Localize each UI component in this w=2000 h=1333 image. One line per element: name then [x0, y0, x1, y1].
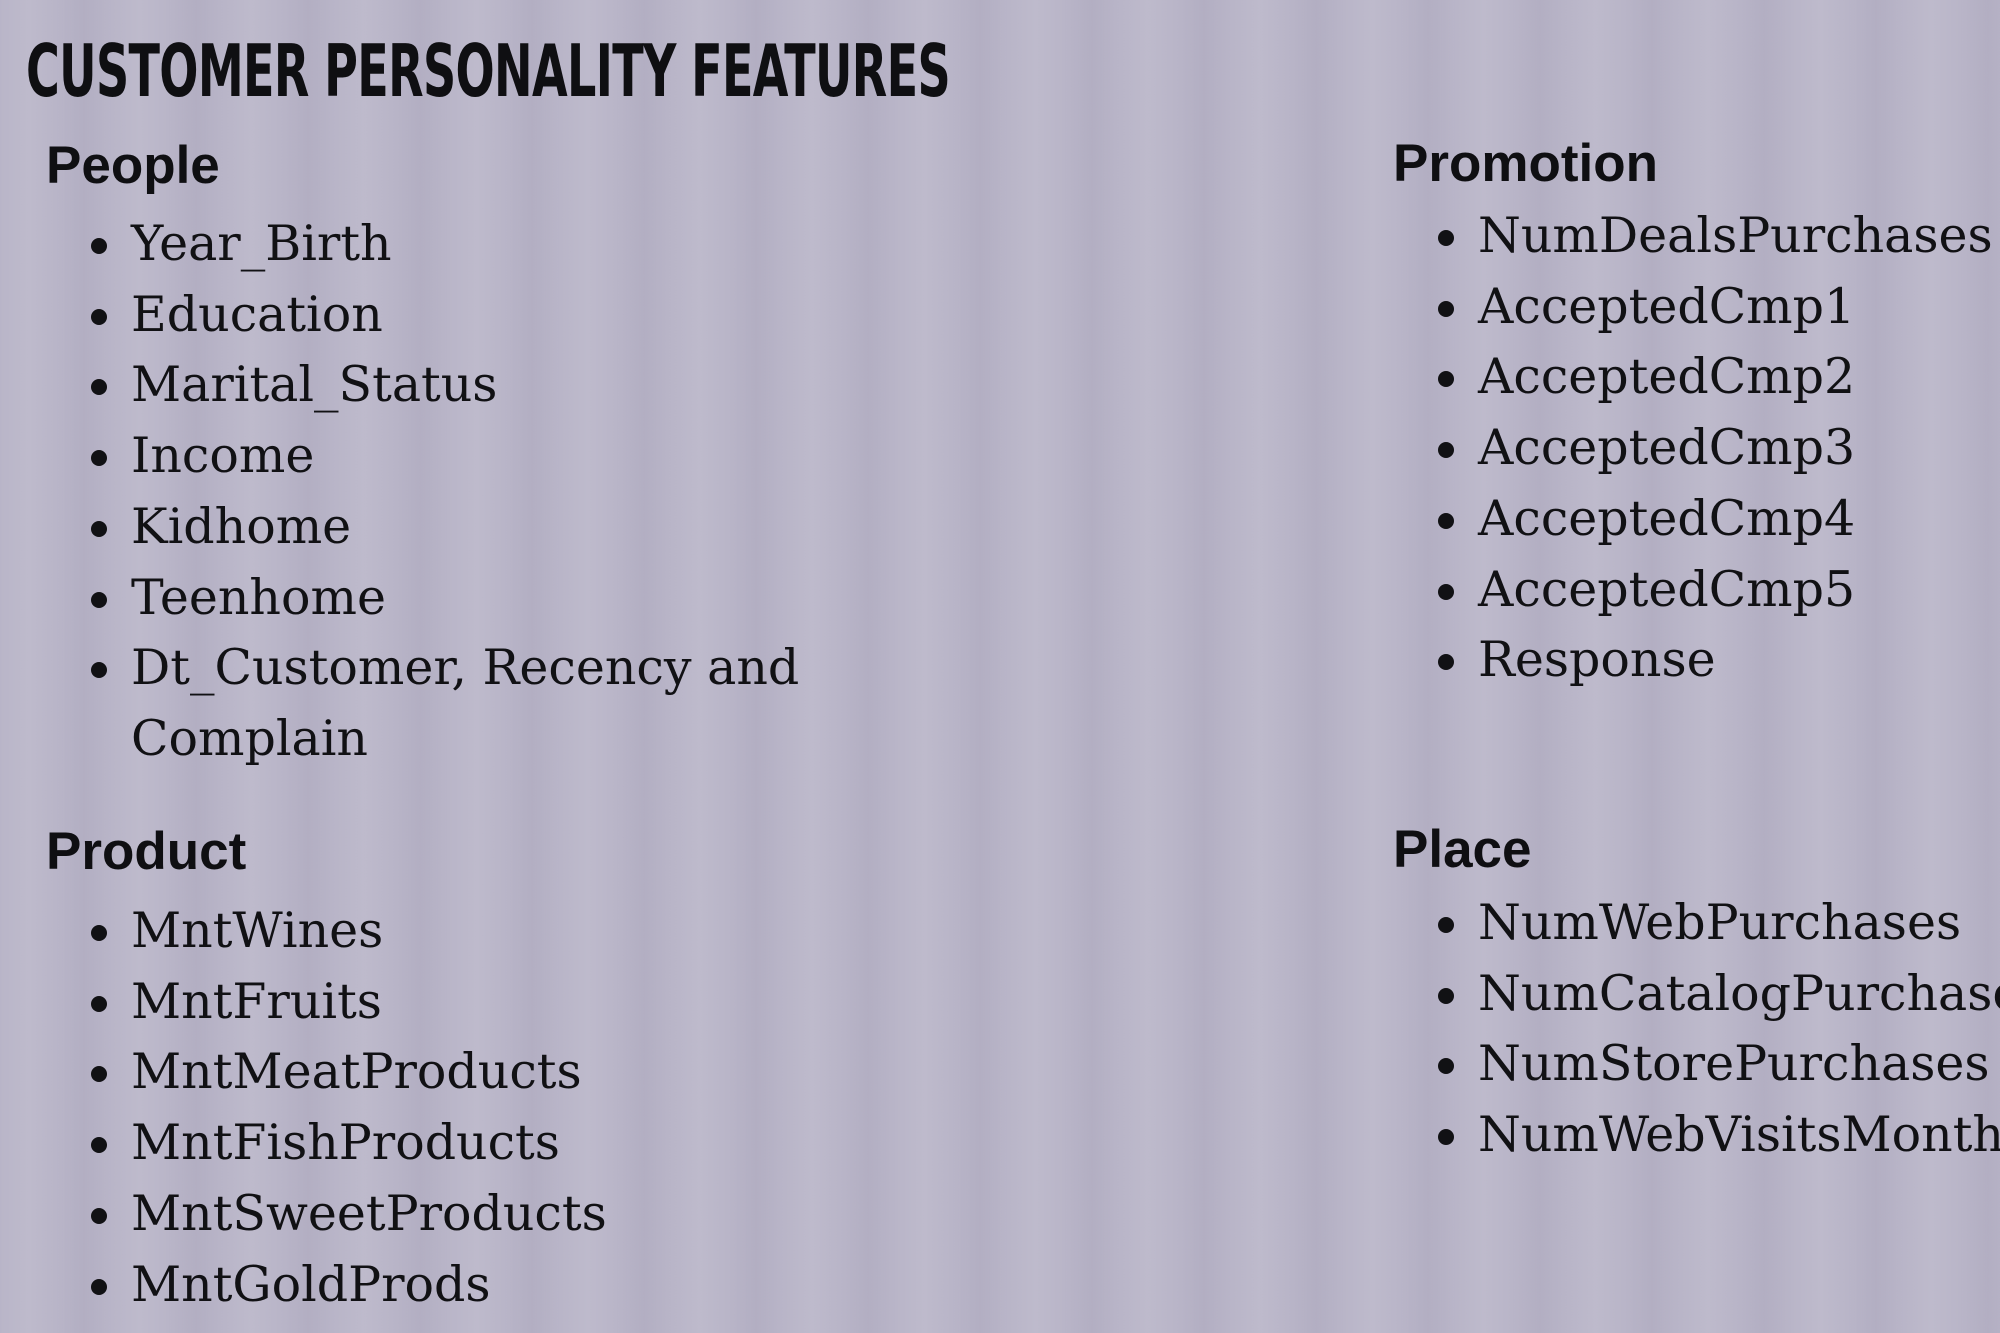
feature-list-product: MntWines MntFruits MntMeatProducts MntFi… — [46, 896, 607, 1320]
feature-item: AcceptedCmp3 — [1393, 413, 1993, 484]
feature-item: AcceptedCmp5 — [1393, 555, 1993, 626]
feature-label: NumWebVisitsMonth — [1478, 1106, 2000, 1164]
section-place: Place NumWebPurchases NumCatalogPurchase… — [1393, 818, 2000, 1171]
bullet-icon — [1438, 371, 1454, 388]
feature-label: Education — [131, 285, 383, 343]
feature-list-place: NumWebPurchases NumCatalogPurchases NumS… — [1393, 888, 2000, 1171]
section-heading-people: People — [46, 136, 220, 195]
bullet-icon — [91, 662, 107, 679]
feature-label: Income — [131, 427, 315, 485]
bullet-icon — [91, 1137, 107, 1154]
bullet-icon — [91, 238, 107, 254]
feature-item: NumDealsPurchases — [1393, 201, 1993, 272]
feature-label: AcceptedCmp1 — [1478, 277, 1856, 335]
feature-label: Dt_Customer, Recency and — [131, 639, 800, 697]
bullet-icon — [91, 379, 107, 396]
feature-item: AcceptedCmp2 — [1393, 342, 1993, 413]
bullet-icon — [91, 308, 107, 325]
feature-item: MntSweetProducts — [46, 1179, 607, 1250]
feature-label: NumStorePurchases — [1478, 1035, 1990, 1093]
feature-item: NumStorePurchases — [1393, 1029, 2000, 1100]
feature-item: Education — [46, 280, 799, 351]
feature-label: Response — [1478, 631, 1716, 689]
feature-item: NumWebVisitsMonth — [1393, 1100, 2000, 1171]
feature-item: AcceptedCmp1 — [1393, 272, 1993, 343]
feature-label: NumWebPurchases — [1478, 894, 1962, 951]
page-title: CUSTOMER PERSONALITY FEATURES — [26, 29, 951, 113]
feature-label: NumDealsPurchases — [1478, 207, 1993, 264]
feature-label: AcceptedCmp4 — [1478, 489, 1856, 547]
feature-item: Teenhome — [46, 563, 799, 634]
feature-item: Kidhome — [46, 492, 799, 563]
section-heading-place: Place — [1393, 820, 1532, 879]
feature-item: Year_Birth — [46, 209, 799, 280]
feature-label: MntMeatProducts — [131, 1043, 582, 1101]
bullet-icon — [91, 925, 107, 941]
feature-item: AcceptedCmp4 — [1393, 484, 1993, 555]
feature-list-promotion: NumDealsPurchases AcceptedCmp1 AcceptedC… — [1393, 201, 1993, 696]
feature-label: NumCatalogPurchases — [1478, 964, 2000, 1022]
feature-item: MntWines — [46, 896, 607, 967]
bullet-icon — [91, 450, 107, 467]
feature-item: NumWebPurchases — [1393, 888, 2000, 959]
feature-item: MntMeatProducts — [46, 1037, 607, 1108]
feature-label: MntSweetProducts — [131, 1184, 607, 1242]
bullet-icon — [91, 1207, 107, 1224]
feature-label: AcceptedCmp3 — [1478, 419, 1856, 477]
section-promotion: Promotion NumDealsPurchases AcceptedCmp1… — [1393, 132, 1993, 696]
feature-label: Marital_Status — [131, 356, 498, 414]
feature-item: MntFruits — [46, 967, 607, 1038]
feature-label: MntGoldProds — [131, 1255, 491, 1313]
feature-label: Teenhome — [131, 568, 386, 626]
feature-item: NumCatalogPurchases — [1393, 959, 2000, 1030]
feature-label: AcceptedCmp5 — [1478, 560, 1856, 618]
bullet-icon — [1438, 512, 1454, 529]
bullet-icon — [91, 1066, 107, 1083]
feature-item: MntGoldProds — [46, 1250, 607, 1321]
feature-label: AcceptedCmp2 — [1478, 348, 1856, 406]
bullet-icon — [1438, 1058, 1454, 1075]
bullet-icon — [91, 995, 107, 1012]
feature-list-people: Year_Birth Education Marital_Status Inco… — [46, 209, 799, 775]
feature-label: Year_Birth — [131, 215, 392, 272]
section-product: Product MntWines MntFruits MntMeatProduc… — [46, 820, 607, 1320]
section-people: People Year_Birth Education Marital_Stat… — [46, 134, 799, 775]
bullet-icon — [1438, 917, 1454, 933]
feature-item: Dt_Customer, Recency and Complain — [46, 633, 799, 774]
section-heading-product: Product — [46, 822, 247, 881]
bullet-icon — [1438, 1129, 1454, 1146]
bullet-icon — [91, 1278, 107, 1295]
bullet-icon — [1438, 442, 1454, 459]
feature-label-continuation: Complain — [131, 709, 368, 767]
bullet-icon — [1438, 654, 1454, 671]
page: { "title": "CUSTOMER PERSONALITY FEATURE… — [0, 0, 2000, 1333]
bullet-icon — [91, 591, 107, 608]
feature-label: MntFruits — [131, 972, 382, 1030]
bullet-icon — [1438, 230, 1454, 246]
feature-item: Marital_Status — [46, 350, 799, 421]
bullet-icon — [91, 520, 107, 537]
feature-item: Income — [46, 421, 799, 492]
bullet-icon — [1438, 987, 1454, 1004]
section-heading-promotion: Promotion — [1393, 134, 1658, 193]
feature-label: Kidhome — [131, 497, 352, 555]
bullet-icon — [1438, 300, 1454, 317]
feature-item: Response — [1393, 625, 1993, 696]
bullet-icon — [1438, 583, 1454, 600]
feature-label: MntFishProducts — [131, 1114, 560, 1172]
feature-label: MntWines — [131, 902, 384, 959]
feature-item: MntFishProducts — [46, 1108, 607, 1179]
